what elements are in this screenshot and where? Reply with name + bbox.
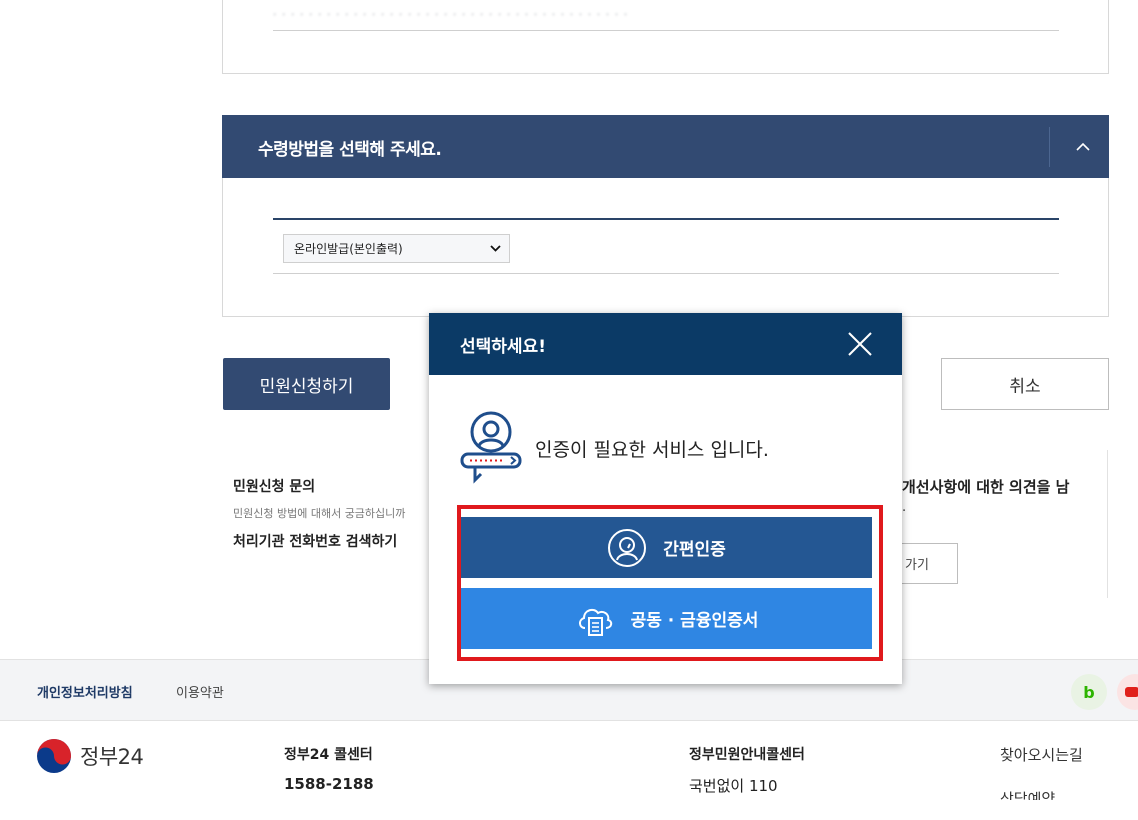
- callcenter-title: 정부24 콜센터: [284, 747, 373, 763]
- previous-section-text: · · · · · · · · · · · · · · · · · · · · …: [273, 8, 629, 18]
- modal-title: 선택하세요!: [460, 337, 546, 357]
- header-divider: [1049, 127, 1050, 167]
- receive-method-header: 수령방법을 선택해 주세요.: [222, 115, 1109, 178]
- page-bottom: [0, 800, 1138, 820]
- cancel-button[interactable]: 취소: [941, 358, 1109, 410]
- cloud-certificate-icon: [575, 599, 615, 639]
- modal-header: 선택하세요!: [429, 313, 902, 375]
- close-button[interactable]: [845, 329, 875, 359]
- feedback-text: 개선사항에 대한 의견을 남: [902, 478, 1070, 496]
- footer-info: [0, 721, 1138, 800]
- inquiry-description: 민원신청 방법에 대해서 궁금하십니까: [233, 507, 406, 520]
- close-icon: [848, 332, 872, 356]
- feedback-button[interactable]: 가기: [898, 543, 958, 584]
- civil-callcenter-title: 정부민원안내콜센터: [689, 747, 805, 763]
- simple-auth-button[interactable]: 간편인증: [461, 517, 872, 578]
- receive-method-title: 수령방법을 선택해 주세요.: [258, 140, 442, 160]
- chevron-up-icon: [1076, 142, 1090, 151]
- auth-required-info: 인증이 필요한 서비스 입니다.: [459, 410, 769, 486]
- certificate-auth-button[interactable]: 공동 · 금융인증서: [461, 588, 872, 649]
- inquiry-title: 민원신청 문의: [233, 479, 316, 495]
- auth-required-text: 인증이 필요한 서비스 입니다.: [535, 438, 769, 461]
- youtube-icon[interactable]: [1117, 674, 1138, 710]
- receive-method-select-value: 온라인발급(본인출력): [294, 242, 403, 256]
- auth-select-modal: 선택하세요! 인증이 필요한 서비스 입니다. 간편인증 공동 · 금융인증서: [429, 313, 902, 684]
- collapse-toggle-button[interactable]: [1058, 125, 1108, 167]
- divider: [273, 273, 1059, 274]
- chevron-down-icon: [490, 245, 501, 252]
- divider: [1107, 450, 1108, 598]
- user-circle-icon: [607, 528, 647, 568]
- receive-method-body: 온라인발급(본인출력): [222, 178, 1109, 317]
- logo-text: 정부24: [80, 745, 144, 769]
- terms-link[interactable]: 이용약관: [176, 682, 224, 701]
- civil-callcenter-number: 국번없이 110: [689, 777, 778, 795]
- gov24-logo[interactable]: 정부24: [36, 738, 144, 774]
- directions-link[interactable]: 찾아오시는길: [1000, 744, 1083, 765]
- certificate-auth-label: 공동 · 금융인증서: [630, 611, 759, 631]
- receive-method-select[interactable]: 온라인발급(본인출력): [283, 234, 510, 263]
- callcenter-number: 1588-2188: [284, 775, 374, 793]
- user-auth-icon: [460, 411, 522, 484]
- consult-reservation-link[interactable]: 상담예약: [1000, 788, 1055, 800]
- apply-button[interactable]: 민원신청하기: [223, 358, 390, 410]
- previous-section-card: · · · · · · · · · · · · · · · · · · · · …: [222, 0, 1109, 74]
- taegeuk-logo-icon: [37, 739, 71, 773]
- agency-phone-search-link[interactable]: 처리기관 전화번호 검색하기: [233, 531, 397, 551]
- privacy-policy-link[interactable]: 개인정보처리방침: [37, 682, 133, 701]
- divider: [273, 218, 1059, 220]
- feedback-text-2: .: [902, 500, 907, 515]
- simple-auth-label: 간편인증: [663, 540, 726, 560]
- divider: [273, 30, 1059, 31]
- blog-icon[interactable]: b: [1071, 674, 1107, 710]
